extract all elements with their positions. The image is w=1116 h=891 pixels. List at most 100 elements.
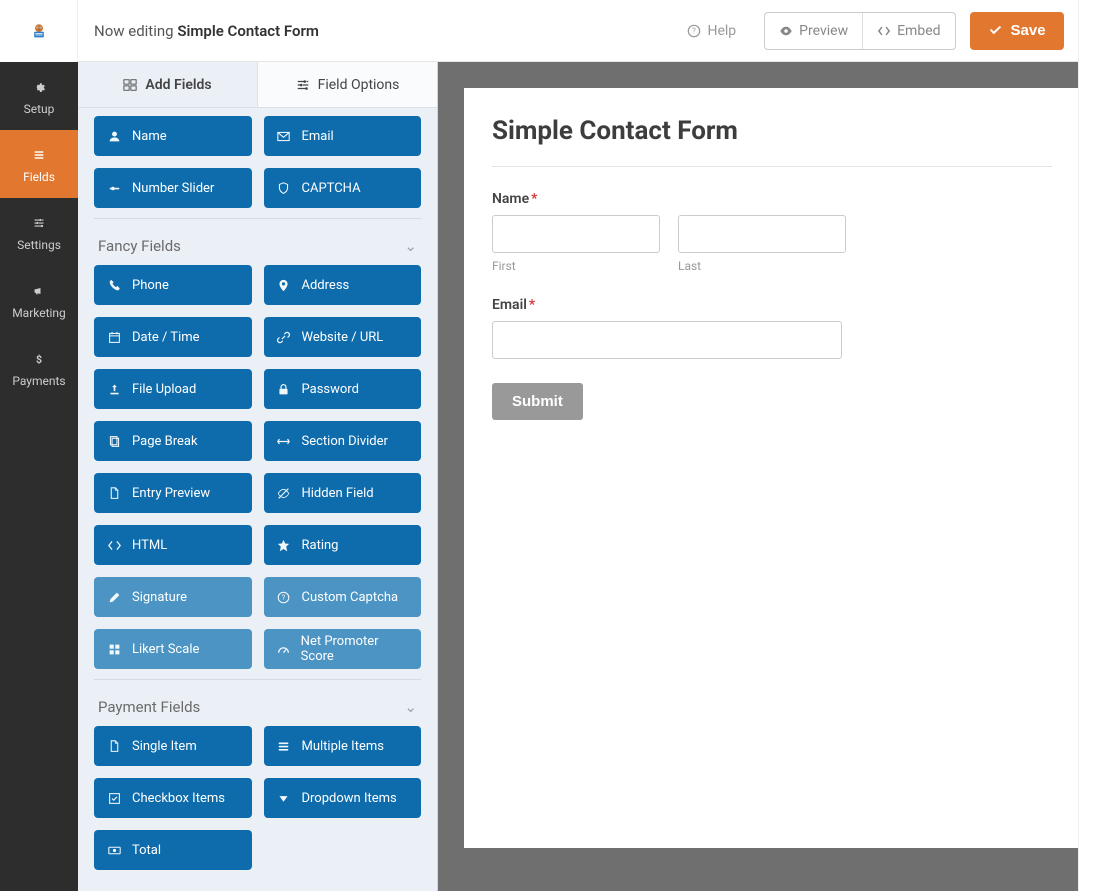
field-custom-captcha[interactable]: ? Custom Captcha bbox=[264, 577, 422, 617]
field-phone[interactable]: Phone bbox=[94, 265, 252, 305]
field-multiple-items[interactable]: Multiple Items bbox=[264, 726, 422, 766]
field-signature[interactable]: Signature bbox=[94, 577, 252, 617]
field-label: Name* bbox=[492, 191, 1052, 207]
panel-tabs: Add Fields Field Options bbox=[78, 62, 437, 108]
bullhorn-icon bbox=[33, 285, 45, 297]
first-name-input[interactable] bbox=[492, 215, 660, 253]
calendar-icon bbox=[106, 331, 122, 344]
eye-slash-icon bbox=[276, 487, 292, 500]
star-icon bbox=[276, 539, 292, 552]
last-name-input[interactable] bbox=[678, 215, 846, 253]
field-entry-preview[interactable]: Entry Preview bbox=[94, 473, 252, 513]
field-password[interactable]: Password bbox=[264, 369, 422, 409]
field-hidden-field[interactable]: Hidden Field bbox=[264, 473, 422, 513]
phone-icon bbox=[108, 279, 121, 292]
tab-add-fields[interactable]: Add Fields bbox=[78, 62, 258, 107]
file-icon bbox=[106, 487, 122, 500]
question-icon: ? bbox=[277, 591, 290, 604]
field-page-break[interactable]: Page Break bbox=[94, 421, 252, 461]
left-rail: SetupFieldsSettingsMarketing$Payments bbox=[0, 0, 78, 891]
link-icon bbox=[277, 331, 290, 344]
code-icon bbox=[106, 539, 122, 552]
check-square-icon bbox=[108, 792, 121, 805]
field-dropdown-items[interactable]: Dropdown Items bbox=[264, 778, 422, 818]
question-icon: ? bbox=[276, 591, 292, 604]
field-total[interactable]: Total bbox=[94, 830, 252, 870]
field-label: Email* bbox=[492, 297, 1052, 313]
rail-item-payments[interactable]: $Payments bbox=[0, 334, 78, 402]
rail-item-fields[interactable]: Fields bbox=[0, 130, 78, 198]
preview-button[interactable]: Preview bbox=[765, 13, 863, 49]
field-name[interactable]: Name bbox=[94, 116, 252, 156]
embed-button[interactable]: Embed bbox=[863, 13, 954, 49]
field-label: Email bbox=[302, 129, 334, 144]
app-logo bbox=[0, 0, 78, 62]
rail-item-setup[interactable]: Setup bbox=[0, 62, 78, 130]
rail-item-marketing[interactable]: Marketing bbox=[0, 266, 78, 334]
form-canvas[interactable]: Simple Contact Form Name* First Last Ema… bbox=[464, 88, 1078, 848]
rail-item-settings[interactable]: Settings bbox=[0, 198, 78, 266]
section-head[interactable]: Fancy Fields⌄ bbox=[94, 218, 421, 265]
gauge-icon bbox=[277, 643, 290, 656]
tab-field-options[interactable]: Field Options bbox=[258, 62, 437, 107]
chevron-down-icon: ⌄ bbox=[404, 237, 417, 255]
field-likert-scale[interactable]: Likert Scale bbox=[94, 629, 252, 669]
field-address[interactable]: Address bbox=[264, 265, 422, 305]
code-icon bbox=[877, 24, 891, 38]
sliders-icon bbox=[33, 217, 45, 229]
fields-panel: Add Fields Field Options Name Email Number… bbox=[78, 62, 438, 891]
map-pin-icon bbox=[277, 279, 290, 292]
field-label: Hidden Field bbox=[302, 486, 374, 501]
caret-down-icon bbox=[277, 792, 290, 805]
field-section-divider[interactable]: Section Divider bbox=[264, 421, 422, 461]
field-number-slider[interactable]: Number Slider bbox=[94, 168, 252, 208]
map-pin-icon bbox=[276, 279, 292, 292]
field-label: Dropdown Items bbox=[302, 791, 397, 806]
field-single-item[interactable]: Single Item bbox=[94, 726, 252, 766]
form-field-name[interactable]: Name* First Last bbox=[492, 191, 1052, 273]
money-icon bbox=[106, 844, 122, 857]
form-field-email[interactable]: Email* bbox=[492, 297, 1052, 359]
check-icon bbox=[988, 23, 1003, 38]
sublabel-first: First bbox=[492, 259, 660, 273]
section-title: Payment Fields bbox=[98, 698, 200, 716]
top-bar: Now editing Simple Contact Form ? Help P… bbox=[78, 0, 1116, 62]
field-captcha[interactable]: CAPTCHA bbox=[264, 168, 422, 208]
field-checkbox-items[interactable]: Checkbox Items bbox=[94, 778, 252, 818]
field-email[interactable]: Email bbox=[264, 116, 422, 156]
field-label: Custom Captcha bbox=[302, 590, 399, 605]
sliders-icon bbox=[296, 78, 310, 92]
star-icon bbox=[277, 539, 290, 552]
field-label: Checkbox Items bbox=[132, 791, 225, 806]
field-label: Single Item bbox=[132, 739, 197, 754]
field-label: Likert Scale bbox=[132, 642, 199, 657]
user-icon bbox=[106, 130, 122, 143]
copy-icon bbox=[108, 435, 121, 448]
upload-icon bbox=[106, 383, 122, 396]
calendar-icon bbox=[108, 331, 121, 344]
save-button[interactable]: Save bbox=[970, 12, 1064, 50]
check-square-icon bbox=[106, 792, 122, 805]
lock-icon bbox=[276, 383, 292, 396]
field-website-url[interactable]: Website / URL bbox=[264, 317, 422, 357]
section-head[interactable]: Payment Fields⌄ bbox=[94, 679, 421, 726]
caret-down-icon bbox=[276, 792, 292, 805]
help-link[interactable]: ? Help bbox=[673, 13, 750, 49]
arrows-h-icon bbox=[276, 435, 292, 448]
field-html[interactable]: HTML bbox=[94, 525, 252, 565]
pencil-icon bbox=[108, 591, 121, 604]
submit-button[interactable]: Submit bbox=[492, 383, 583, 420]
email-input[interactable] bbox=[492, 321, 842, 359]
preview-stage: Simple Contact Form Name* First Last Ema… bbox=[438, 62, 1078, 891]
field-file-upload[interactable]: File Upload bbox=[94, 369, 252, 409]
field-date-time[interactable]: Date / Time bbox=[94, 317, 252, 357]
field-net-promoter-score[interactable]: Net Promoter Score bbox=[264, 629, 422, 669]
gauge-icon bbox=[276, 643, 291, 656]
phone-icon bbox=[106, 279, 122, 292]
shield-icon bbox=[277, 182, 290, 195]
pencil-icon bbox=[106, 591, 122, 604]
panel-body: Name Email Number Slider CAPTCHA Fancy Field… bbox=[78, 108, 437, 891]
field-rating[interactable]: Rating bbox=[264, 525, 422, 565]
file-icon bbox=[106, 740, 122, 753]
svg-text:$: $ bbox=[36, 353, 42, 365]
